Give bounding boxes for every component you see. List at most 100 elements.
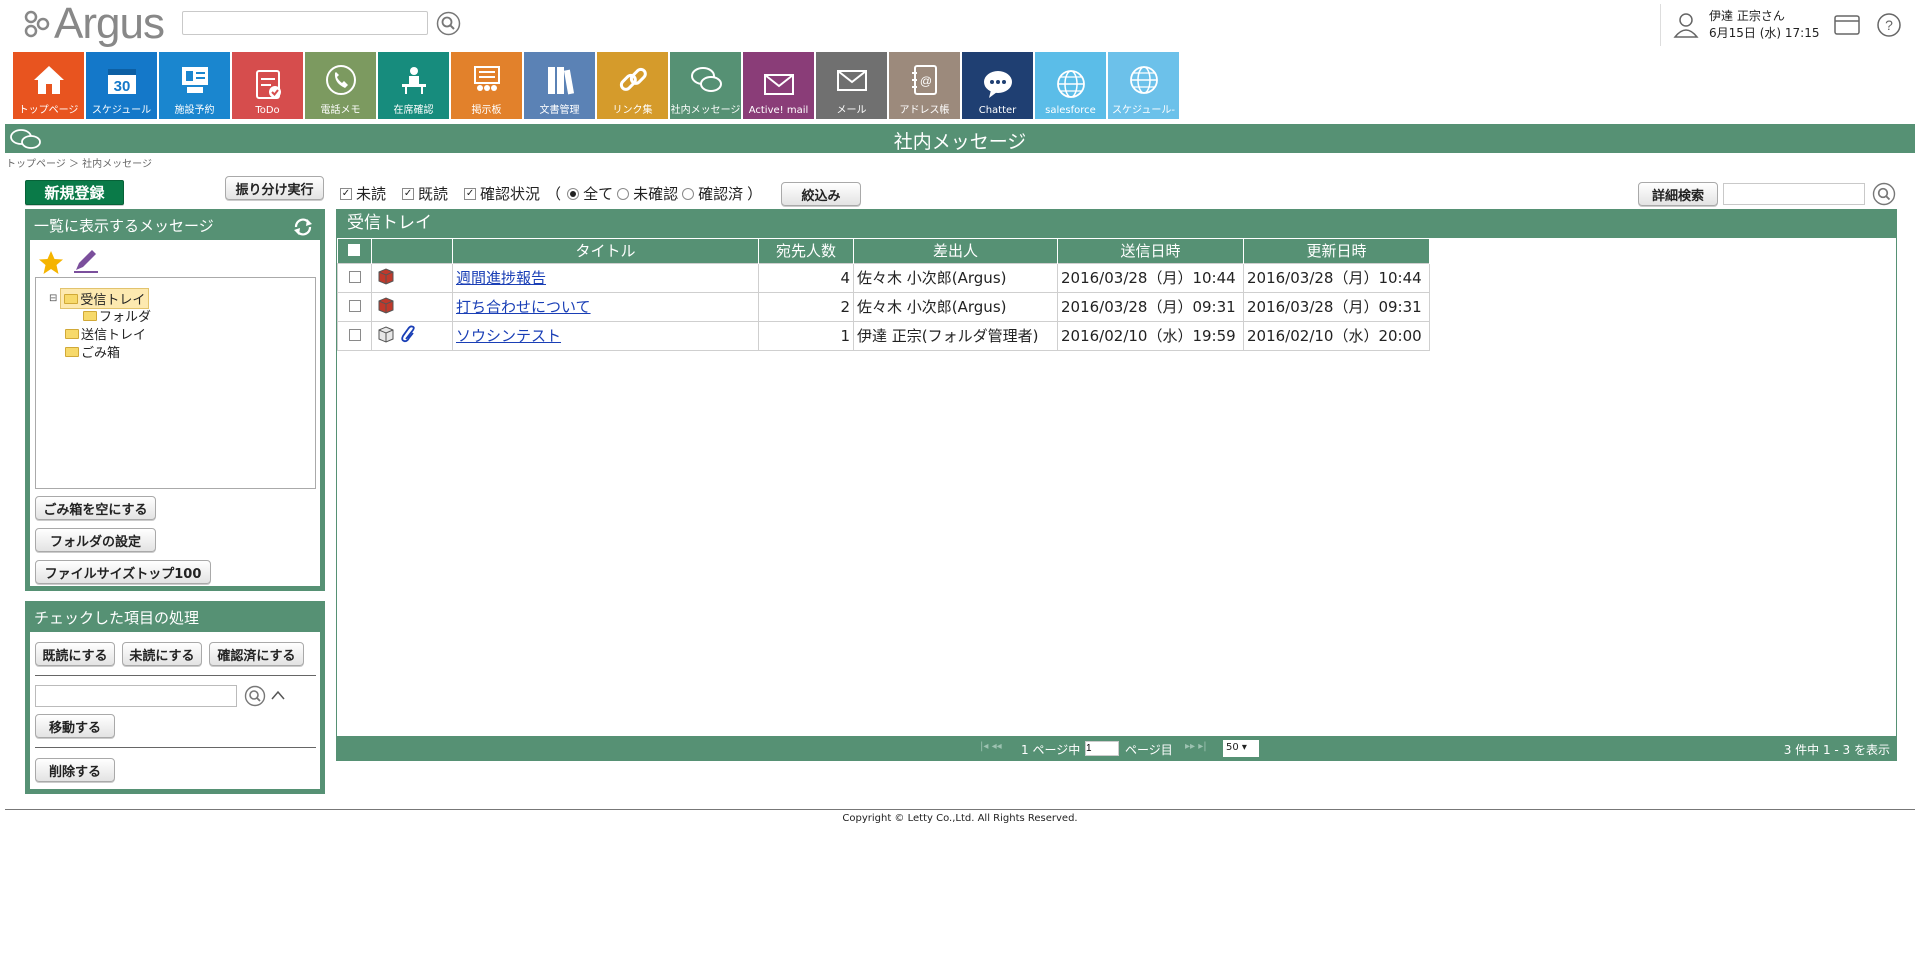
mark-unread-button[interactable]: 未読にする (122, 642, 202, 666)
app-tile-11[interactable]: メール (816, 52, 887, 119)
radio-confirmed[interactable] (682, 187, 695, 200)
help-icon[interactable]: ? (1876, 12, 1902, 42)
svg-text:?: ? (1885, 17, 1893, 33)
delete-button[interactable]: 削除する (35, 758, 115, 782)
app-tile-4[interactable]: 電話メモ (305, 52, 376, 119)
app-tile-5[interactable]: 在席確認 (378, 52, 449, 119)
row-title-cell: ソウシンテスト (452, 320, 759, 351)
pager: |◂ ◂◂ 1 ページ中 ページ目 ▸▸ ▸| 50 ▾ 3 件中 1 - 3 … (337, 736, 1896, 760)
move-button[interactable]: 移動する (35, 714, 115, 738)
last-page-icon[interactable]: ▸▸ ▸| (1185, 741, 1207, 752)
calendar-icon: 30 (105, 64, 139, 101)
compose-pen-icon[interactable] (70, 248, 100, 275)
first-page-icon[interactable]: |◂ ◂◂ (980, 741, 1002, 752)
app-tile-1[interactable]: 30 スケジュール (86, 52, 157, 119)
page-number-input[interactable] (1085, 741, 1119, 756)
refresh-icon[interactable] (292, 217, 314, 237)
app-tile-12[interactable]: @ アドレス帳 (889, 52, 960, 119)
app-tile-8[interactable]: リンク集 (597, 52, 668, 119)
sort-run-button[interactable]: 振り分け実行 (225, 176, 324, 200)
app-tile-15[interactable]: スケジュール- (1108, 52, 1179, 119)
table-row[interactable]: ソウシンテスト 1 伊達 正宗(フォルダ管理者) 2016/02/10（水）19:59… (337, 320, 1430, 351)
column-header-sent[interactable]: 送信日時 (1057, 239, 1244, 263)
app-tile-9[interactable]: 社内メッセージ (670, 52, 741, 119)
row-checkbox[interactable] (348, 270, 361, 283)
row-sender: 伊達 正宗(フォルダ管理者) (853, 320, 1058, 351)
row-checkbox-cell[interactable] (337, 291, 372, 322)
presence-icon (397, 64, 431, 101)
collapse-toggle-icon[interactable]: ⊟ (49, 293, 57, 304)
unread-box-icon (377, 267, 395, 289)
folder-settings-button[interactable]: フォルダの設定 (35, 528, 156, 552)
tree-item-folder[interactable]: フォルダ (83, 306, 151, 325)
column-header-recipients[interactable]: 宛先人数 (758, 239, 854, 263)
file-size-top-button[interactable]: ファイルサイズトップ100 (35, 560, 211, 584)
radio-unconfirmed[interactable] (617, 187, 630, 200)
radio-all[interactable] (567, 187, 580, 200)
row-checkbox-cell[interactable] (337, 262, 372, 293)
table-row[interactable]: 週間進捗報告 4 佐々木 小次郎(Argus) 2016/03/28（月）10:44 2… (337, 262, 1430, 293)
table-row[interactable]: 打ち合わせについて 2 佐々木 小次郎(Argus) 2016/03/28（月）09:… (337, 291, 1430, 322)
app-tile-6[interactable]: 掲示板 (451, 52, 522, 119)
read-label: 既読 (418, 185, 449, 203)
row-checkbox[interactable] (348, 328, 361, 341)
board-icon (470, 64, 504, 101)
mark-read-button[interactable]: 既読にする (35, 642, 115, 666)
mark-confirmed-button[interactable]: 確認済にする (209, 642, 304, 666)
global-search-button[interactable] (436, 11, 461, 36)
app-tile-7[interactable]: 文書管理 (524, 52, 595, 119)
column-header-title[interactable]: タイトル (452, 239, 759, 263)
page-prefix: 1 ページ中 (1021, 743, 1081, 757)
app-tile-2[interactable]: 施設予約 (159, 52, 230, 119)
search-icon[interactable] (244, 685, 266, 707)
folder-panel-title: 一覧に表示するメッセージ (34, 217, 214, 235)
folder-icon (83, 310, 97, 321)
per-page-select[interactable]: 50 ▾ (1223, 740, 1259, 757)
select-all-checkbox[interactable] (348, 243, 361, 256)
message-title-link[interactable]: 週間進捗報告 (456, 269, 546, 287)
user-menu[interactable]: 伊達 正宗さん 6月15日 (水) 17:15 (1660, 4, 1819, 46)
select-all-header[interactable] (337, 239, 372, 263)
app-tile-label: 社内メッセージ (670, 105, 741, 116)
tree-item-label: 送信トレイ (81, 328, 147, 343)
attachment-icon[interactable] (401, 325, 417, 347)
column-header-sender[interactable]: 差出人 (853, 239, 1058, 263)
filter-button[interactable]: 絞込み (781, 182, 861, 206)
window-icon[interactable] (1834, 14, 1860, 40)
row-recipients: 4 (758, 262, 854, 293)
app-tile-0[interactable]: トップページ (13, 52, 84, 119)
row-updated-date: 2016/02/10（水）20:00 (1243, 320, 1430, 351)
message-search-input[interactable] (1723, 183, 1865, 205)
global-search-input[interactable] (182, 11, 428, 35)
app-launcher: トップページ 30 スケジュール 施設予約 ToDo 電話メモ 在席確認 掲示板 文書管理 リンク… (13, 52, 1179, 119)
unread-checkbox[interactable]: ✓ (340, 187, 352, 200)
inbox-title: 受信トレイ (337, 210, 1896, 238)
breadcrumb[interactable]: トップページ ＞ 社内メッセージ (6, 155, 152, 170)
advanced-search-button[interactable]: 詳細検索 (1638, 182, 1718, 206)
read-checkbox[interactable]: ✓ (402, 187, 415, 200)
empty-trash-button[interactable]: ごみ箱を空にする (35, 496, 156, 520)
app-tile-13[interactable]: Chatter (962, 52, 1033, 119)
footer-divider (5, 809, 1915, 810)
confirm-status-checkbox[interactable]: ✓ (464, 187, 477, 200)
confirm-status-label: 確認状況 (480, 185, 541, 203)
app-tile-3[interactable]: ToDo (232, 52, 303, 119)
favorite-star-icon[interactable] (38, 250, 64, 275)
chevron-up-icon[interactable] (271, 690, 285, 700)
row-sent-date: 2016/02/10（水）19:59 (1057, 320, 1244, 351)
tree-item-trash[interactable]: ごみ箱 (65, 342, 120, 361)
search-icon[interactable] (1872, 182, 1896, 206)
message-title-link[interactable]: 打ち合わせについて (456, 298, 591, 316)
new-message-button[interactable]: 新規登録 (25, 180, 124, 205)
radio-unconfirmed-label: 未確認 (633, 185, 679, 203)
app-tile-label: メール (836, 105, 867, 116)
tree-item-sent[interactable]: 送信トレイ (65, 324, 146, 343)
app-tile-14[interactable]: salesforce (1035, 52, 1106, 119)
column-header-updated[interactable]: 更新日時 (1243, 239, 1430, 263)
row-checkbox-cell[interactable] (337, 320, 372, 351)
move-target-input[interactable] (35, 685, 237, 707)
app-tile-10[interactable]: Active! mail (743, 52, 814, 119)
message-title-link[interactable]: ソウシンテスト (456, 327, 561, 345)
argus-logo[interactable]: Argus (24, 0, 165, 48)
row-checkbox[interactable] (348, 299, 361, 312)
